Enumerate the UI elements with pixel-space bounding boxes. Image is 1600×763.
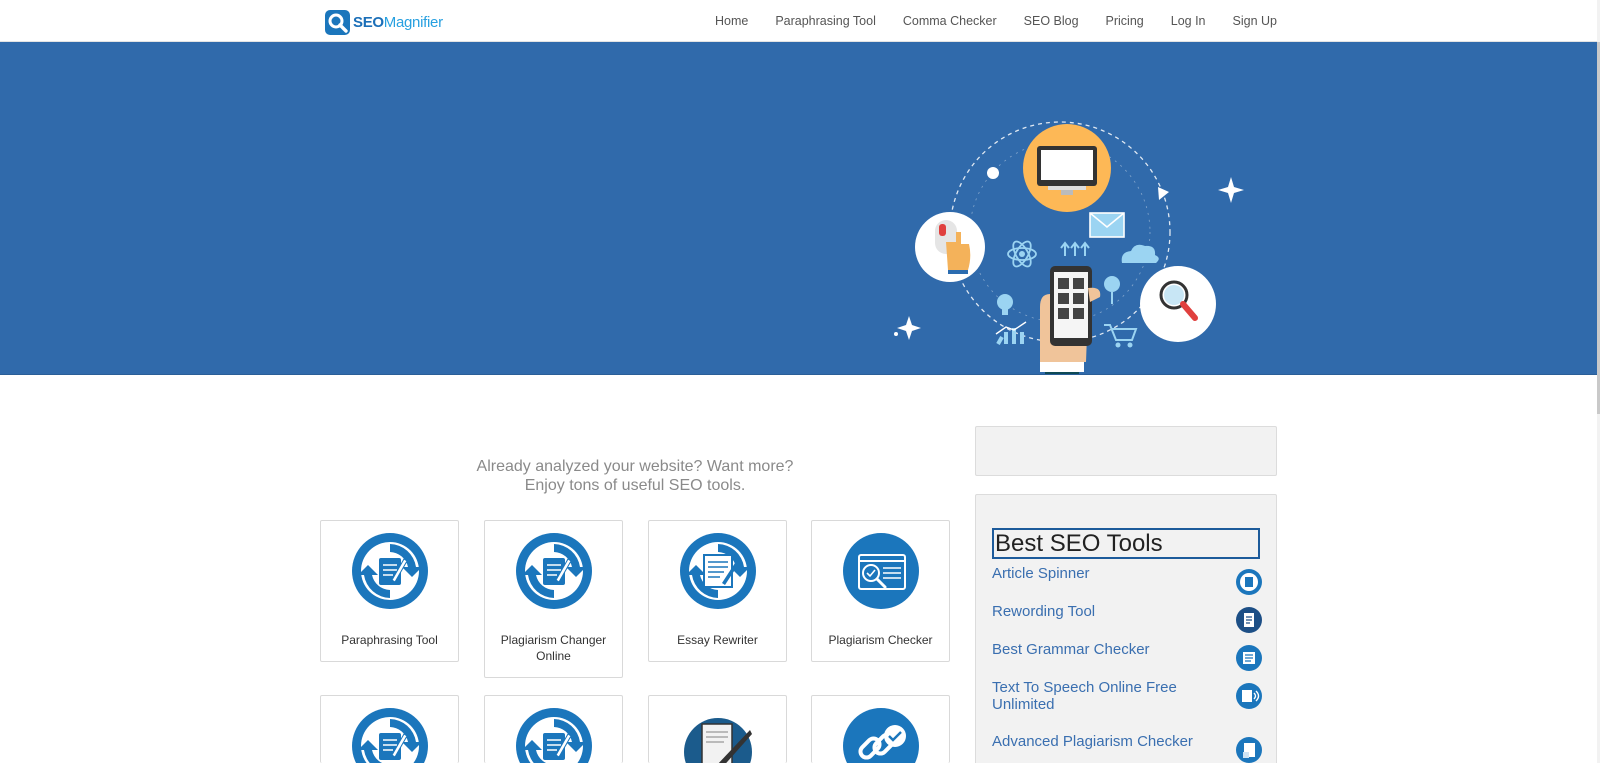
best-seo-tools-panel: Best SEO Tools Article Spinner Rewording… [975,494,1277,763]
logo-text-magnifier: Magnifier [383,13,443,31]
nav-paraphrasing-tool[interactable]: Paraphrasing Tool [775,14,876,28]
link-check-icon [840,706,921,763]
nav-comma-checker[interactable]: Comma Checker [903,14,997,28]
sidebar-item-label: Advanced Plagiarism Checker [992,733,1193,750]
paraphrase-icon [350,532,429,610]
nav-pricing[interactable]: Pricing [1106,14,1144,28]
plagiarism-doc-icon [1236,737,1262,763]
intro-line-1: Already analyzed your website? Want more… [476,458,794,475]
nav-home[interactable]: Home [715,14,748,28]
sidebar-item-label: Text To Speech Online Free Unlimited [992,679,1177,713]
digital-marketing-illustration [894,121,1244,374]
tool-card-8[interactable] [811,695,950,763]
tool-card-label: Plagiarism Changer Online [500,633,607,663]
sidebar-item-label: Rewording Tool [992,603,1096,620]
logo[interactable]: SEOMagnifier [325,9,443,35]
nav-sign-up[interactable]: Sign Up [1233,14,1277,28]
tool-card-label: Plagiarism Checker [828,633,933,647]
hero-banner [0,42,1597,375]
sidebar-item-best-grammar-checker[interactable]: Best Grammar Checker [992,641,1262,671]
sidebar-item-label: Best Grammar Checker [992,641,1150,658]
main-nav: Home Paraphrasing Tool Comma Checker SEO… [688,0,1277,42]
tool-card-paraphrasing-tool[interactable]: Paraphrasing Tool [320,520,459,662]
grammar-checker-icon [1236,645,1262,671]
sidebar-item-text-to-speech[interactable]: Text To Speech Online Free Unlimited [992,679,1262,713]
tool-card-plagiarism-checker[interactable]: Plagiarism Checker [811,520,950,662]
tool-card-label: Paraphrasing Tool [341,633,438,647]
sidebar-item-article-spinner[interactable]: Article Spinner [992,565,1262,595]
article-spinner-icon [1236,569,1262,595]
tools-intro: Already analyzed your website? Want more… [320,457,950,495]
document-rewrite-icon [678,532,757,610]
tool-card-plagiarism-changer-online[interactable]: Plagiarism Changer Online [484,520,623,678]
magnifier-browser-icon [841,531,920,611]
panel-title: Best SEO Tools [992,528,1260,559]
paraphrase-icon [350,707,429,763]
paraphrase-icon [514,707,593,763]
nav-log-in[interactable]: Log In [1171,14,1206,28]
nav-seo-blog[interactable]: SEO Blog [1024,14,1079,28]
paraphrase-icon [514,532,593,610]
quill-scroll-icon [682,717,753,763]
logo-text-seo: SEO [353,13,384,31]
tool-card-6[interactable] [484,695,623,763]
tool-card-5[interactable] [320,695,459,763]
ad-placeholder [975,426,1277,476]
top-navbar: SEOMagnifier Home Paraphrasing Tool Comm… [0,0,1600,42]
magnifier-logo-icon [325,9,350,35]
tool-card-essay-rewriter[interactable]: Essay Rewriter [648,520,787,662]
tool-card-label: Essay Rewriter [677,633,758,647]
tool-card-7[interactable] [648,695,787,763]
sidebar-item-label: Article Spinner [992,565,1090,582]
rewording-icon [1236,607,1262,633]
intro-line-2: Enjoy tons of useful SEO tools. [524,477,746,494]
text-to-speech-icon [1236,683,1262,709]
sidebar-item-advanced-plagiarism-checker[interactable]: Advanced Plagiarism Checker [992,733,1262,763]
sidebar-item-rewording-tool[interactable]: Rewording Tool [992,603,1262,633]
